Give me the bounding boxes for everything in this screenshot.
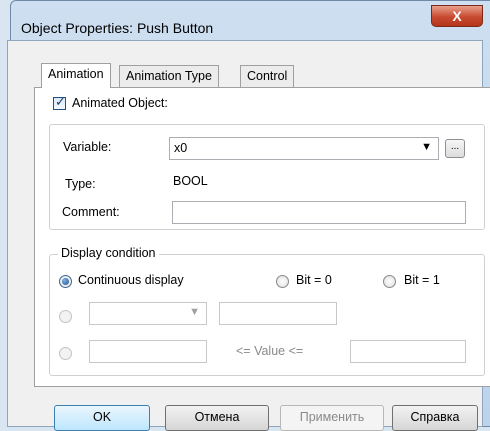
cancel-button[interactable]: Отмена — [165, 405, 269, 431]
apply-button[interactable]: Применить — [280, 405, 384, 431]
variable-value: x0 — [174, 141, 188, 155]
cancel-button-label: Отмена — [194, 410, 240, 424]
browse-variable-button[interactable]: ... — [445, 139, 465, 158]
range-max-field[interactable] — [350, 340, 466, 363]
radio-continuous-display[interactable] — [59, 275, 72, 288]
type-value: BOOL — [173, 174, 208, 188]
apply-button-label: Применить — [299, 410, 365, 424]
chevron-down-icon: ▼ — [421, 141, 432, 153]
tab-animation-type-label: Animation Type — [126, 69, 212, 83]
close-button[interactable]: X — [431, 5, 483, 27]
comment-field[interactable] — [172, 201, 466, 224]
help-button[interactable]: Справка — [392, 405, 478, 431]
check-icon: ✓ — [55, 94, 66, 109]
tab-animation[interactable]: Animation — [41, 63, 111, 88]
ok-button[interactable]: OK — [54, 405, 150, 431]
variable-combobox[interactable]: x0 ▼ — [169, 137, 439, 160]
variable-label: Variable: — [63, 140, 112, 154]
type-label: Type: — [65, 177, 96, 191]
chevron-down-icon: ▼ — [189, 306, 200, 318]
title-bar[interactable]: Object Properties: Push Button X — [11, 1, 490, 41]
display-condition-legend: Display condition — [58, 246, 159, 260]
window-title: Object Properties: Push Button — [21, 20, 214, 36]
close-icon: X — [452, 8, 462, 24]
comment-label: Comment: — [62, 205, 120, 219]
tab-animation-type[interactable]: Animation Type — [119, 65, 219, 87]
animated-object-checkbox[interactable]: ✓ — [53, 94, 66, 110]
bit-0-label: Bit = 0 — [296, 273, 332, 287]
continuous-display-label: Continuous display — [78, 273, 184, 287]
range-min-field[interactable] — [89, 340, 207, 363]
radio-bit-0[interactable] — [276, 275, 289, 288]
help-button-label: Справка — [410, 410, 460, 424]
tab-control[interactable]: Control — [240, 65, 295, 87]
tab-animation-label: Animation — [48, 67, 104, 81]
radio-bit-1[interactable] — [383, 275, 396, 288]
animated-object-label: Animated Object: — [72, 96, 168, 110]
bit-value-field[interactable] — [219, 302, 337, 325]
bit-select-combobox[interactable]: ▼ — [89, 302, 207, 325]
bit-1-label: Bit = 1 — [404, 273, 440, 287]
ok-button-label: OK — [92, 410, 112, 424]
ellipsis-icon: ... — [450, 141, 460, 152]
radio-bit-select[interactable] — [59, 310, 72, 323]
value-range-label: <= Value <= — [236, 344, 304, 358]
tab-control-label: Control — [247, 69, 288, 83]
radio-value-range[interactable] — [59, 347, 72, 360]
